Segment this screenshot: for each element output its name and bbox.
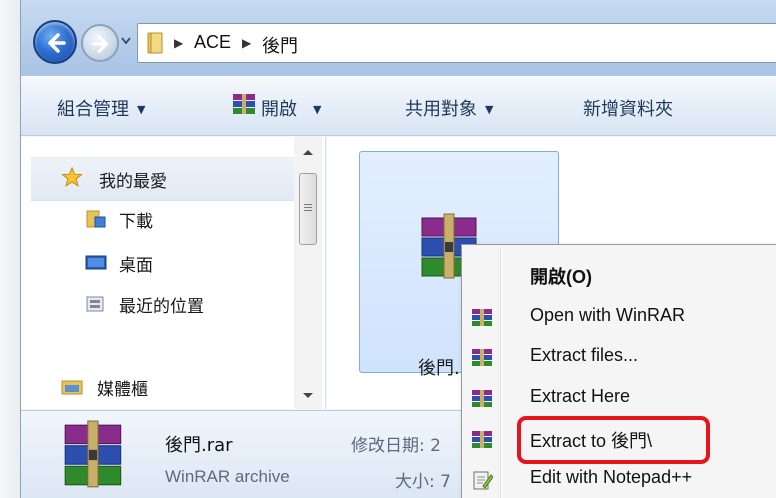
open-button[interactable]: 開啟 ▼ — [261, 95, 321, 121]
notepadpp-icon — [473, 471, 493, 490]
grip-line — [304, 210, 312, 211]
detail-file-type: WinRAR archive — [165, 467, 290, 486]
winrar-icon — [233, 94, 255, 114]
menu-item-extract-here[interactable]: Extract Here — [530, 386, 630, 407]
nav-desktop[interactable]: 桌面 — [119, 251, 153, 276]
libraries-icon — [61, 380, 83, 395]
new-folder-button[interactable]: 新增資料夾 — [583, 95, 673, 121]
menu-item-open-with-winrar[interactable]: Open with WinRAR — [530, 305, 685, 326]
menu-gutter — [501, 247, 502, 498]
folder-icon — [147, 32, 163, 54]
forward-button[interactable] — [81, 24, 119, 62]
nav-libraries[interactable]: 媒體櫃 — [97, 375, 148, 400]
menu-item-open[interactable]: 開啟(O) — [530, 263, 592, 289]
breadcrumb-separator-icon[interactable]: ▶ — [174, 36, 183, 50]
chevron-down-icon: ▼ — [313, 103, 322, 116]
organize-label: 組合管理 — [57, 99, 129, 120]
arrow-left-icon — [48, 33, 66, 53]
breadcrumb-separator-icon[interactable]: ▶ — [242, 36, 251, 50]
desktop-strip — [0, 0, 20, 498]
winrar-icon — [472, 349, 492, 366]
nav-scrollbar[interactable] — [294, 137, 322, 409]
share-label: 共用對象 — [405, 99, 477, 120]
winrar-icon — [472, 309, 492, 326]
nav-downloads[interactable]: 下載 — [119, 207, 153, 232]
grip-line — [304, 207, 312, 208]
menu-item-extract-files[interactable]: Extract files... — [530, 345, 638, 366]
open-label: 開啟 — [261, 99, 297, 120]
winrar-icon — [472, 431, 492, 448]
address-bar[interactable]: ▶ ACE ▶ 後門 — [137, 23, 776, 63]
downloads-folder-icon — [86, 210, 106, 228]
file-name-label: 後門. — [418, 358, 460, 379]
breadcrumb-backdoor[interactable]: 後門 — [262, 32, 298, 58]
scroll-down-icon[interactable] — [301, 391, 315, 401]
highlight-annotation — [517, 416, 710, 464]
arrow-right-icon — [92, 35, 109, 53]
winrar-archive-icon — [64, 420, 122, 488]
grip-line — [304, 204, 312, 205]
scroll-up-icon[interactable] — [301, 147, 315, 157]
back-button[interactable] — [33, 20, 77, 64]
menu-item-edit-notepadpp[interactable]: Edit with Notepad++ — [530, 467, 692, 488]
chevron-down-icon: ▼ — [137, 103, 146, 116]
detail-modified: 修改日期: 2 — [351, 436, 441, 456]
desktop-icon — [85, 255, 107, 270]
scrollbar-thumb[interactable] — [299, 173, 317, 245]
nav-recent[interactable]: 最近的位置 — [119, 292, 204, 317]
star-icon — [61, 167, 83, 187]
command-bar: 組合管理 ▼ 開啟 ▼ 共用對象 ▼ 新增資料夾 — [21, 76, 776, 136]
chevron-down-icon: ▼ — [485, 103, 494, 116]
organize-button[interactable]: 組合管理 ▼ — [57, 95, 145, 121]
detail-file-name: 後門.rar — [165, 435, 233, 456]
title-bar: ▶ ACE ▶ 後門 — [21, 0, 776, 76]
winrar-icon — [472, 390, 492, 407]
detail-size: 大小: 7 — [395, 472, 451, 492]
navigation-pane: 我的最愛 下載 桌面 最近的位置 媒體櫃 — [21, 137, 326, 409]
recent-pages-dropdown-icon[interactable] — [121, 37, 131, 45]
breadcrumb-ace[interactable]: ACE — [194, 32, 231, 53]
share-button[interactable]: 共用對象 ▼ — [405, 95, 493, 121]
recent-places-icon — [86, 296, 104, 312]
nav-favorites[interactable]: 我的最愛 — [99, 167, 167, 192]
